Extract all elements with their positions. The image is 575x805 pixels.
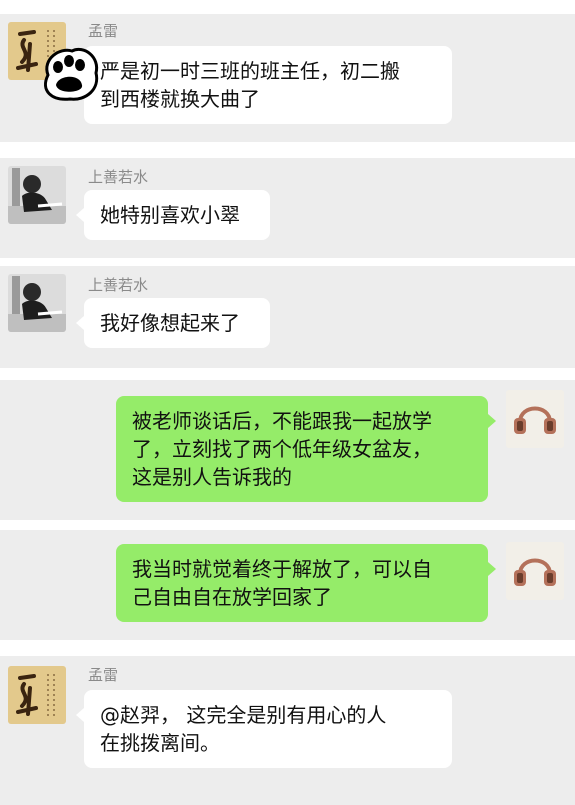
message-bubble[interactable]: 我当时就觉着终于解放了，可以自 己自由自在放学回家了 — [116, 544, 496, 622]
person-at-desk-avatar[interactable] — [8, 274, 66, 332]
sender-name: 孟雷 — [88, 22, 119, 40]
calligraphy-seal-avatar[interactable] — [8, 666, 66, 724]
message-row: 上善若水 她特别喜欢小翠 — [0, 158, 575, 258]
sender-name: 孟雷 — [88, 666, 119, 684]
message-row: 我当时就觉着终于解放了，可以自 己自由自在放学回家了 — [0, 530, 575, 640]
message-bubble[interactable]: 被老师谈话后，不能跟我一起放学 了，立刻找了两个低年级女盆友， 这是别人告诉我的 — [116, 396, 496, 502]
person-at-desk-avatar[interactable] — [8, 166, 66, 224]
sender-name: 上善若水 — [88, 168, 149, 186]
headphones-avatar[interactable] — [506, 542, 564, 600]
message-row: 孟雷 @赵羿， 这完全是别有用心的人 在挑拨离间。 — [0, 656, 575, 805]
message-bubble[interactable]: 我好像想起来了 — [76, 298, 270, 348]
sender-name: 上善若水 — [88, 276, 149, 294]
message-bubble[interactable]: @赵羿， 这完全是别有用心的人 在挑拨离间。 — [76, 690, 452, 768]
message-row: 被老师谈话后，不能跟我一起放学 了，立刻找了两个低年级女盆友， 这是别人告诉我的 — [0, 380, 575, 520]
message-row: 上善若水 我好像想起来了 — [0, 266, 575, 368]
chat-screenshot: 孟雷 严是初一时三班的班主任，初二搬 到西楼就换大曲了 上善若水 她特别喜欢小翠 — [0, 0, 575, 805]
headphones-avatar[interactable] — [506, 390, 564, 448]
paw-print-sticker — [38, 45, 102, 103]
message-bubble[interactable]: 严是初一时三班的班主任，初二搬 到西楼就换大曲了 — [76, 46, 452, 124]
message-bubble[interactable]: 她特别喜欢小翠 — [76, 190, 270, 240]
